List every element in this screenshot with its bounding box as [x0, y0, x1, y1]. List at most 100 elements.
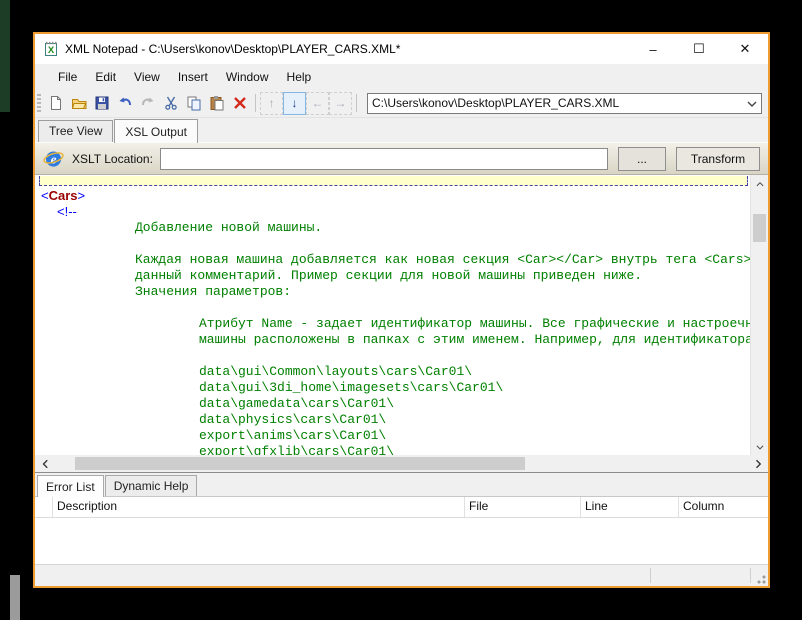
open-button[interactable] — [67, 92, 90, 115]
cut-icon — [163, 95, 179, 111]
nudge-up-button[interactable]: ↑ — [260, 92, 283, 115]
nudge-down-button[interactable]: ↓ — [283, 92, 306, 115]
horizontal-scroll-thumb[interactable] — [75, 457, 525, 470]
nudge-left-icon: ← — [312, 96, 324, 110]
error-panel: Error List Dynamic Help Description File… — [35, 472, 768, 564]
address-input[interactable] — [368, 93, 743, 114]
desktop-artifact-gray — [10, 575, 20, 620]
cut-button[interactable] — [159, 92, 182, 115]
code-line: машины расположены в папках с этим имене… — [39, 332, 750, 348]
xml-declaration-highlight[interactable] — [39, 176, 748, 186]
xslt-location-input[interactable] — [160, 148, 608, 170]
undo-icon — [117, 95, 133, 111]
bottom-tabstrip: Error List Dynamic Help — [35, 473, 768, 496]
nudge-down-icon: ↓ — [292, 96, 298, 110]
statusbar-separator — [750, 568, 751, 583]
horizontal-scroll-track[interactable] — [55, 455, 748, 472]
toolbar-grip[interactable] — [37, 94, 41, 112]
code-line: <!-- — [39, 204, 750, 220]
code-line: Добавление новой машины. — [39, 220, 750, 236]
tab-error-list[interactable]: Error List — [37, 475, 104, 497]
title-bar[interactable]: X XML Notepad - C:\Users\konov\Desktop\P… — [35, 34, 768, 64]
menu-file[interactable]: File — [49, 67, 86, 87]
column-header-column[interactable]: Column — [679, 497, 768, 517]
scroll-up-icon[interactable] — [751, 175, 768, 192]
redo-icon — [140, 95, 156, 111]
scroll-right-icon[interactable] — [748, 455, 768, 472]
xml-content[interactable]: <Cars><!--Добавление новой машины. Кажда… — [35, 175, 750, 455]
copy-button[interactable] — [182, 92, 205, 115]
tab-tree-view[interactable]: Tree View — [38, 120, 113, 142]
code-line: data\physics\cars\Car01\ — [39, 412, 750, 428]
menu-window[interactable]: Window — [217, 67, 278, 87]
window-title: XML Notepad - C:\Users\konov\Desktop\PLA… — [65, 42, 630, 56]
code-lines: <Cars><!--Добавление новой машины. Кажда… — [39, 188, 750, 455]
code-line: Значения параметров: — [39, 284, 750, 300]
new-file-button[interactable] — [44, 92, 67, 115]
open-folder-icon — [71, 95, 87, 111]
nudge-right-icon: → — [335, 96, 347, 110]
paste-button[interactable] — [205, 92, 228, 115]
error-list-table: Description File Line Column — [35, 496, 768, 564]
status-bar — [35, 564, 768, 586]
dropdown-chevron-icon[interactable] — [743, 94, 761, 112]
column-header-line[interactable]: Line — [581, 497, 679, 517]
vertical-scroll-thumb[interactable] — [753, 214, 766, 242]
copy-icon — [186, 95, 202, 111]
xml-notepad-window: X XML Notepad - C:\Users\konov\Desktop\P… — [33, 32, 770, 588]
menu-insert[interactable]: Insert — [169, 67, 217, 87]
menu-bar: File Edit View Insert Window Help — [35, 64, 768, 89]
menu-view[interactable]: View — [125, 67, 169, 87]
column-header-description[interactable]: Description — [53, 497, 465, 517]
maximize-button[interactable]: ☐ — [676, 34, 722, 64]
xslt-location-label: XSLT Location: — [72, 152, 153, 166]
save-icon — [94, 95, 110, 111]
minimize-button[interactable]: – — [630, 34, 676, 64]
statusbar-separator — [650, 568, 651, 583]
code-line — [39, 348, 750, 364]
vertical-scroll-track[interactable] — [751, 192, 768, 438]
column-header-icon[interactable] — [35, 497, 53, 517]
vertical-scrollbar[interactable] — [750, 175, 768, 455]
error-table-header: Description File Line Column — [35, 497, 768, 518]
redo-button[interactable] — [136, 92, 159, 115]
toolbar-separator — [255, 94, 256, 112]
xslt-toolbar: e XSLT Location: ... Transform — [35, 142, 768, 174]
internet-explorer-icon: e — [43, 148, 64, 169]
horizontal-scrollbar[interactable] — [35, 455, 768, 472]
undo-button[interactable] — [113, 92, 136, 115]
document-tabstrip: Tree View XSL Output — [35, 118, 768, 142]
code-line: data\gamedata\cars\Car01\ — [39, 396, 750, 412]
scroll-left-icon[interactable] — [35, 455, 55, 472]
browse-button[interactable]: ... — [618, 147, 666, 171]
code-line: Атрибут Name - задает идентификатор маши… — [39, 316, 750, 332]
delete-button[interactable] — [228, 92, 251, 115]
nudge-right-button[interactable]: → — [329, 92, 352, 115]
new-file-icon — [48, 95, 64, 111]
scroll-down-icon[interactable] — [751, 438, 768, 455]
code-line — [39, 300, 750, 316]
code-line: export\gfxlib\cars\Car01\ — [39, 444, 750, 455]
code-line: export\anims\cars\Car01\ — [39, 428, 750, 444]
transform-button[interactable]: Transform — [676, 147, 760, 171]
delete-icon — [232, 95, 248, 111]
menu-help[interactable]: Help — [278, 67, 321, 87]
nudge-left-button[interactable]: ← — [306, 92, 329, 115]
tab-xsl-output[interactable]: XSL Output — [114, 119, 198, 143]
code-line: data\gui\3di_home\imagesets\cars\Car01\ — [39, 380, 750, 396]
code-line: Каждая новая машина добавляется как нова… — [39, 252, 750, 268]
toolbar: ↑ ↓ ← → — [35, 89, 768, 118]
xsl-output-pane: <Cars><!--Добавление новой машины. Кажда… — [35, 174, 768, 455]
paste-icon — [209, 95, 225, 111]
save-button[interactable] — [90, 92, 113, 115]
resize-grip-icon[interactable] — [754, 572, 766, 584]
menu-edit[interactable]: Edit — [86, 67, 125, 87]
xml-notepad-app-icon: X — [43, 41, 59, 57]
nudge-up-icon: ↑ — [269, 96, 275, 110]
column-header-file[interactable]: File — [465, 497, 581, 517]
close-button[interactable]: ✕ — [722, 34, 768, 64]
address-combobox[interactable] — [367, 93, 762, 114]
error-table-body[interactable] — [35, 518, 768, 564]
tab-dynamic-help[interactable]: Dynamic Help — [105, 475, 198, 496]
svg-text:X: X — [48, 45, 55, 56]
